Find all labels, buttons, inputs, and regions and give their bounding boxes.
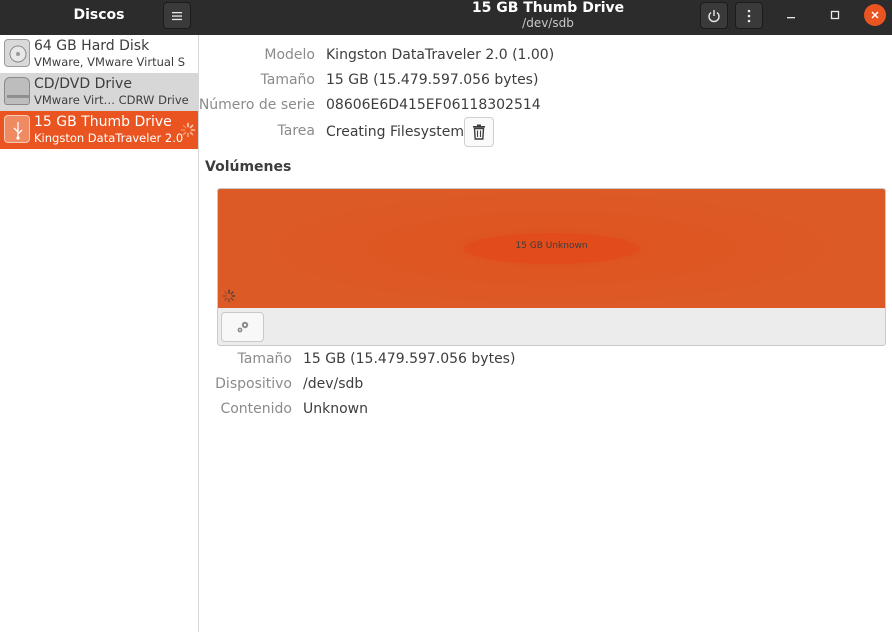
power-icon <box>708 10 720 23</box>
drive-subtitle: Kingston DataTraveler 2.0 <box>34 131 184 145</box>
drive-item-thumb-drive[interactable]: 15 GB Thumb Drive Kingston DataTraveler … <box>0 111 198 149</box>
spinner-icon <box>222 289 236 303</box>
drive-list: 64 GB Hard Disk VMware, VMware Virtual S… <box>0 35 199 632</box>
contents-value: Unknown <box>303 401 368 417</box>
drive-name: 64 GB Hard Disk <box>34 38 150 54</box>
model-value: Kingston DataTraveler 2.0 (1.00) <box>326 47 555 63</box>
model-label: Modelo <box>264 47 315 63</box>
task-value: Creating Filesystem <box>326 124 465 140</box>
gear-icon <box>237 321 249 333</box>
usb-drive-icon <box>4 115 30 143</box>
maximize-icon <box>830 10 840 20</box>
drive-name: 15 GB Thumb Drive <box>34 114 172 130</box>
close-button[interactable] <box>864 4 886 26</box>
minimize-button[interactable] <box>780 4 802 26</box>
drive-name: CD/DVD Drive <box>34 76 132 92</box>
partition-block[interactable]: 15 GB Unknown <box>218 189 885 308</box>
cancel-task-button[interactable] <box>464 117 494 147</box>
volume-map: 15 GB Unknown <box>217 188 886 346</box>
minimize-icon <box>787 17 795 19</box>
header-bar: Discos 15 GB Thumb Drive /dev/sdb <box>0 0 892 35</box>
drive-subtitle: VMware, VMware Virtual S <box>34 55 186 69</box>
device-label: Dispositivo <box>215 376 292 392</box>
drive-item-cd-dvd[interactable]: CD/DVD Drive VMware Virt… CDRW Drive <box>0 73 198 111</box>
power-off-button[interactable] <box>700 2 728 29</box>
hard-disk-icon <box>4 39 30 67</box>
size-label: Tamaño <box>260 72 315 88</box>
device-value: /dev/sdb <box>303 376 364 392</box>
optical-drive-icon <box>4 77 30 105</box>
serial-label: Número de serie <box>198 97 315 113</box>
more-options-button[interactable] <box>735 2 763 29</box>
serial-value: 08606E6D415EF06118302514 <box>326 97 541 113</box>
trash-icon <box>473 124 485 140</box>
size-value: 15 GB (15.479.597.056 bytes) <box>326 72 539 88</box>
drive-item-hard-disk[interactable]: 64 GB Hard Disk VMware, VMware Virtual S <box>0 35 198 73</box>
window-subtitle: /dev/sdb <box>522 16 574 30</box>
hamburger-icon <box>172 12 182 21</box>
window-title-block: 15 GB Thumb Drive /dev/sdb <box>398 0 698 30</box>
window-title: 15 GB Thumb Drive <box>471 0 625 16</box>
partition-label: 15 GB Unknown <box>515 241 588 251</box>
volumes-heading: Volúmenes <box>205 159 292 175</box>
drive-subtitle: VMware Virt… CDRW Drive <box>34 93 189 107</box>
contents-label: Contenido <box>220 401 292 417</box>
partition-size-label: Tamaño <box>237 351 292 367</box>
maximize-button[interactable] <box>824 4 846 26</box>
menu-button[interactable] <box>163 2 191 29</box>
spinner-icon <box>180 122 196 138</box>
close-icon <box>871 11 879 19</box>
partition-size-value: 15 GB (15.479.597.056 bytes) <box>303 351 516 367</box>
task-label: Tarea <box>277 123 315 139</box>
vertical-dots-icon <box>747 9 751 23</box>
partition-options-button[interactable] <box>221 312 264 342</box>
